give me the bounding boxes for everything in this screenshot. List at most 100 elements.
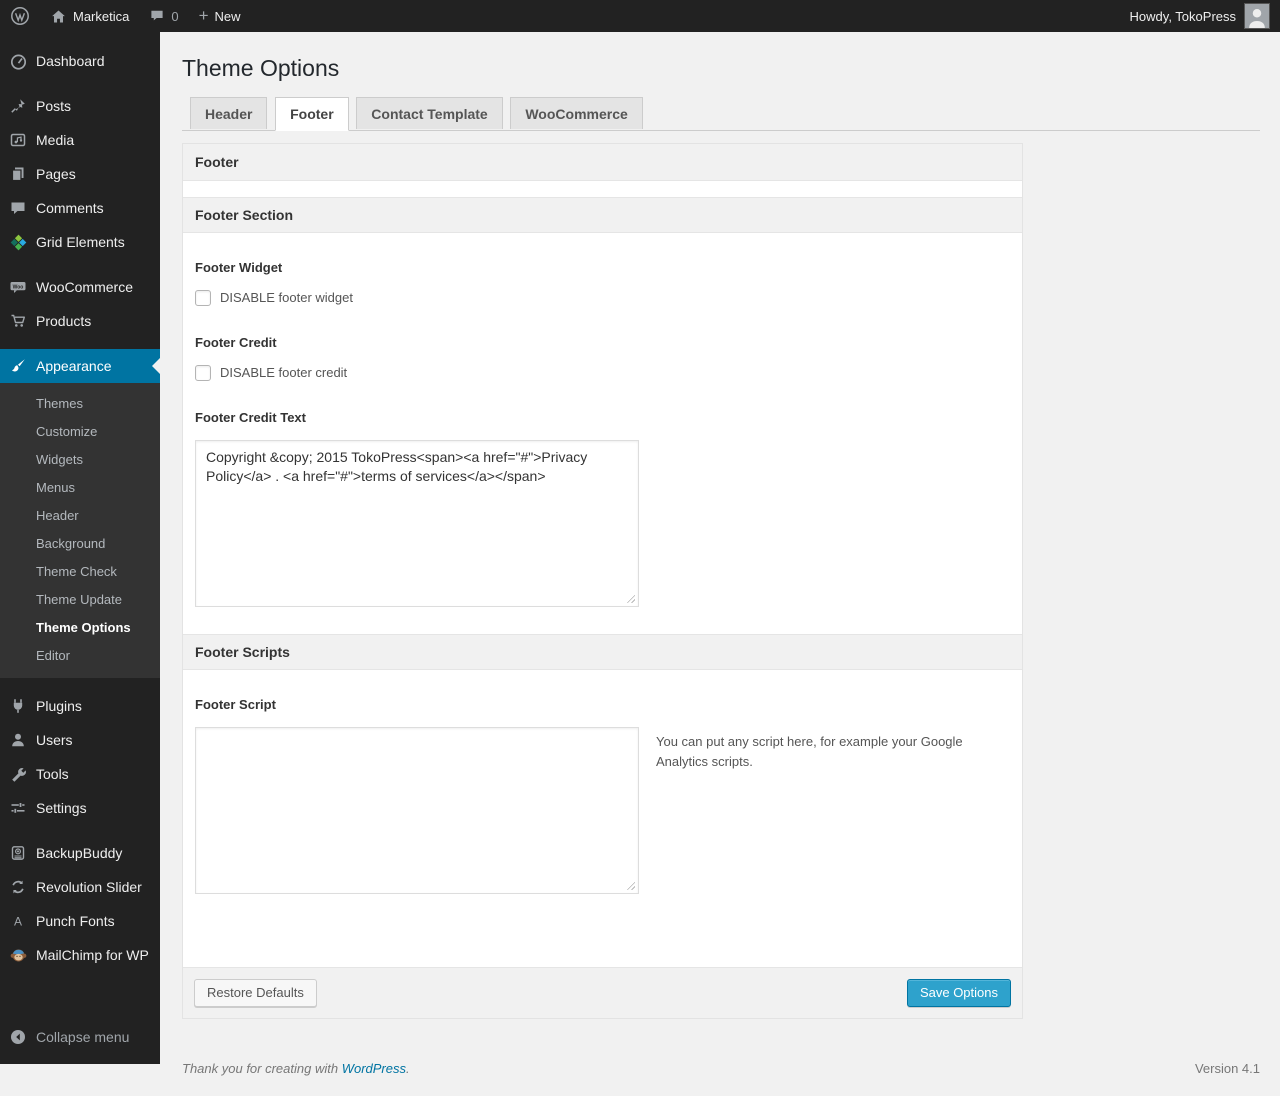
wp-logo-button[interactable]: [0, 0, 40, 32]
sidebar-item-settings[interactable]: Settings: [0, 791, 160, 825]
submenu-item-background[interactable]: Background: [0, 530, 160, 558]
comments-indicator[interactable]: 0: [139, 0, 188, 32]
sidebar-item-label: MailChimp for WP: [36, 946, 149, 964]
footer-script-help: You can put any script here, for example…: [656, 727, 966, 772]
howdy-link[interactable]: Howdy, TokoPress: [1130, 9, 1236, 24]
mailchimp-icon: [8, 946, 28, 964]
submenu-item-theme-check[interactable]: Theme Check: [0, 558, 160, 586]
footer-credit-text-label: Footer Credit Text: [195, 410, 1010, 425]
footer-credit-checkbox[interactable]: [195, 365, 211, 381]
submenu-item-editor[interactable]: Editor: [0, 642, 160, 670]
tab-footer[interactable]: Footer: [275, 97, 349, 131]
letter-a-icon: A: [8, 912, 28, 930]
admin-bar: Marketica 0 + New Howdy, TokoPress: [0, 0, 1280, 32]
thanks-period: .: [406, 1061, 410, 1076]
sidebar-item-label: Settings: [36, 799, 87, 817]
backup-icon: [8, 844, 28, 862]
sidebar-item-label: Posts: [36, 97, 71, 115]
sidebar-item-label: Comments: [36, 199, 104, 217]
sidebar-item-dashboard[interactable]: Dashboard: [0, 44, 160, 78]
sidebar-item-woocommerce[interactable]: Woo WooCommerce: [0, 270, 160, 304]
tab-header[interactable]: Header: [190, 97, 267, 129]
footer-widget-checkbox-row: DISABLE footer widget: [195, 290, 1010, 306]
submenu-item-theme-options[interactable]: Theme Options: [0, 614, 160, 642]
user-icon: [8, 731, 28, 749]
submenu-item-customize[interactable]: Customize: [0, 418, 160, 446]
sidebar-item-grid-elements[interactable]: Grid Elements: [0, 225, 160, 259]
svg-text:Woo: Woo: [13, 284, 24, 290]
sidebar-item-label: Revolution Slider: [36, 878, 142, 896]
footer-credit-checkbox-row: DISABLE footer credit: [195, 365, 1010, 381]
sidebar-item-appearance[interactable]: Appearance: [0, 349, 160, 383]
footer-scripts-header: Footer Scripts: [183, 634, 1022, 670]
dashboard-icon: [8, 52, 28, 70]
sidebar-item-products[interactable]: Products: [0, 304, 160, 338]
tab-woocommerce[interactable]: WooCommerce: [510, 97, 642, 129]
new-button[interactable]: + New: [189, 0, 251, 32]
submenu-item-themes[interactable]: Themes: [0, 390, 160, 418]
sidebar-item-backupbuddy[interactable]: BackupBuddy: [0, 836, 160, 870]
wordpress-logo-icon: [10, 6, 30, 26]
sidebar-item-label: Tools: [36, 765, 69, 783]
sidebar-item-revolution-slider[interactable]: Revolution Slider: [0, 870, 160, 904]
theme-options-panel: Footer Footer Section Footer Widget DISA…: [182, 143, 1023, 1019]
sidebar-item-tools[interactable]: Tools: [0, 757, 160, 791]
plugin-icon: [8, 697, 28, 715]
cart-icon: [8, 312, 28, 330]
sidebar-item-posts[interactable]: Posts: [0, 89, 160, 123]
sidebar-item-mailchimp[interactable]: MailChimp for WP: [0, 938, 160, 972]
svg-text:A: A: [14, 915, 22, 929]
sidebar-item-label: WooCommerce: [36, 278, 133, 296]
thanks-text: Thank you for creating with: [182, 1061, 342, 1076]
grid-elements-icon: [8, 233, 28, 251]
submenu-item-header[interactable]: Header: [0, 502, 160, 530]
collapse-menu-label: Collapse menu: [36, 1028, 129, 1046]
footer-script-textarea[interactable]: [195, 727, 639, 894]
footer-section-header: Footer Section: [183, 197, 1022, 233]
comment-count: 0: [171, 9, 178, 24]
tab-bar: Header Footer Contact Template WooCommer…: [182, 97, 1260, 131]
panel-actions: Restore Defaults Save Options: [183, 967, 1022, 1018]
plus-icon: +: [199, 7, 209, 24]
site-name-link[interactable]: Marketica: [40, 0, 139, 32]
tab-contact-template[interactable]: Contact Template: [356, 97, 502, 129]
wordpress-link[interactable]: WordPress: [342, 1061, 406, 1076]
sidebar-item-comments[interactable]: Comments: [0, 191, 160, 225]
wrench-icon: [8, 765, 28, 783]
sidebar-item-label: Pages: [36, 165, 76, 183]
submenu-item-widgets[interactable]: Widgets: [0, 446, 160, 474]
sidebar-item-users[interactable]: Users: [0, 723, 160, 757]
appearance-submenu: Themes Customize Widgets Menus Header Ba…: [0, 383, 160, 678]
collapse-icon: [8, 1028, 28, 1046]
submenu-item-menus[interactable]: Menus: [0, 474, 160, 502]
collapse-menu-button[interactable]: Collapse menu: [0, 1020, 160, 1054]
footer-credit-textarea[interactable]: Copyright &copy; 2015 TokoPress<span><a …: [195, 440, 639, 607]
footer-widget-checkbox[interactable]: [195, 290, 211, 306]
new-label: New: [215, 9, 241, 24]
sidebar-item-label: Grid Elements: [36, 233, 125, 251]
footer-widget-label: Footer Widget: [195, 260, 1010, 275]
sidebar-item-label: Punch Fonts: [36, 912, 115, 930]
sidebar-item-punch-fonts[interactable]: A Punch Fonts: [0, 904, 160, 938]
site-name-label: Marketica: [73, 9, 129, 24]
submenu-item-theme-update[interactable]: Theme Update: [0, 586, 160, 614]
pages-icon: [8, 165, 28, 183]
sidebar-item-media[interactable]: Media: [0, 123, 160, 157]
sidebar-item-label: Plugins: [36, 697, 82, 715]
sidebar-item-label: Media: [36, 131, 74, 149]
sidebar-item-label: BackupBuddy: [36, 844, 122, 862]
restore-defaults-button[interactable]: Restore Defaults: [194, 979, 317, 1007]
sidebar-item-pages[interactable]: Pages: [0, 157, 160, 191]
admin-sidebar: Dashboard Posts Media: [0, 32, 160, 1064]
pin-icon: [8, 97, 28, 115]
page-title: Theme Options: [182, 32, 1260, 84]
sidebar-item-label: Appearance: [36, 357, 112, 375]
sidebar-item-label: Dashboard: [36, 52, 105, 70]
avatar[interactable]: [1244, 3, 1270, 29]
comments-icon: [8, 199, 28, 217]
footer-credit-label: Footer Credit: [195, 335, 1010, 350]
page-footer: Thank you for creating with WordPress. V…: [182, 1019, 1260, 1088]
footer-script-label: Footer Script: [195, 697, 1010, 712]
save-options-button[interactable]: Save Options: [907, 979, 1011, 1007]
sidebar-item-plugins[interactable]: Plugins: [0, 689, 160, 723]
